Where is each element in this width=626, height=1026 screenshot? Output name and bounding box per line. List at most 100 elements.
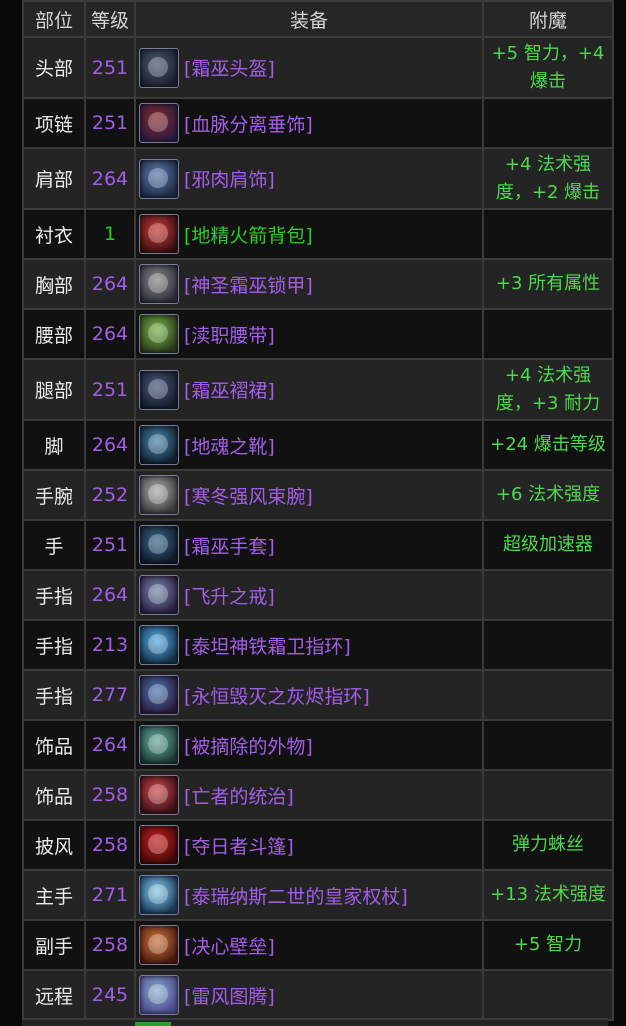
- item-level-cell: 264: [84, 147, 136, 210]
- item-cell: [地魂之靴]: [134, 419, 484, 471]
- item-link[interactable]: [雷风图腾]: [184, 982, 275, 1009]
- slot-cell: 主手: [22, 869, 86, 921]
- item-link[interactable]: [渎职腰带]: [184, 321, 275, 348]
- enchant-cell: [482, 719, 614, 771]
- belt-icon[interactable]: [139, 314, 179, 354]
- table-row: 衬衣 1 [地精火箭背包]: [22, 208, 614, 260]
- table-row: 手腕 252 [寒冬强风束腕] +6 法术强度: [22, 469, 614, 521]
- item-level-cell: 251: [84, 36, 136, 99]
- item-cell: [永恒毁灭之灰烬指环]: [134, 669, 484, 721]
- item-link[interactable]: [寒冬强风束腕]: [184, 482, 313, 509]
- item-level-cell: 264: [84, 569, 136, 621]
- ring-icon[interactable]: [139, 575, 179, 615]
- item-cell: [泰坦神铁霜卫指环]: [134, 619, 484, 671]
- rocket-pack-icon[interactable]: [139, 214, 179, 254]
- item-link[interactable]: [被摘除的外物]: [184, 732, 313, 759]
- item-link[interactable]: [地精火箭背包]: [184, 221, 313, 248]
- enchant-cell: +4 法术强度，+2 爆击: [482, 147, 614, 210]
- table-row: 远程 245 [雷风图腾]: [22, 969, 614, 1021]
- slot-cell: 项链: [22, 97, 86, 149]
- enchant-cell: [482, 308, 614, 360]
- bracers-icon[interactable]: [139, 475, 179, 515]
- kilt-icon[interactable]: [139, 369, 179, 410]
- item-link[interactable]: [亡者的统治]: [184, 782, 294, 809]
- enchant-cell: +24 爆击等级: [482, 419, 614, 471]
- enchant-cell: [482, 97, 614, 149]
- item-link[interactable]: [地魂之靴]: [184, 432, 275, 459]
- ring-icon[interactable]: [139, 675, 179, 715]
- item-link[interactable]: [泰坦神铁霜卫指环]: [184, 632, 351, 659]
- item-cell: [霜巫头盔]: [134, 36, 484, 99]
- item-level-cell: 264: [84, 258, 136, 310]
- table-row: 饰品 258 [亡者的统治]: [22, 769, 614, 821]
- trinket-icon[interactable]: [139, 725, 179, 765]
- enchant-cell: +5 智力，+4 爆击: [482, 36, 614, 99]
- header-item: 装备: [134, 0, 484, 38]
- item-link[interactable]: [永恒毁灭之灰烬指环]: [184, 682, 370, 709]
- slot-cell: 手指: [22, 619, 86, 671]
- item-level-cell: 258: [84, 769, 136, 821]
- item-link[interactable]: [血脉分离垂饰]: [184, 110, 313, 137]
- item-cell: [邪肉肩饰]: [134, 147, 484, 210]
- ring-icon[interactable]: [139, 625, 179, 665]
- item-level-cell: 277: [84, 669, 136, 721]
- trinket-icon[interactable]: [139, 775, 179, 815]
- item-cell: [神圣霜巫锁甲]: [134, 258, 484, 310]
- enchant-cell: 超级加速器: [482, 519, 614, 571]
- slot-cell: 披风: [22, 819, 86, 871]
- enchant-cell: +6 法术强度: [482, 469, 614, 521]
- slot-cell: 腰部: [22, 308, 86, 360]
- item-cell: [决心壁垒]: [134, 919, 484, 971]
- slot-cell: 远程: [22, 969, 86, 1021]
- item-level-cell: 258: [84, 819, 136, 871]
- totem-icon[interactable]: [139, 975, 179, 1015]
- enchant-cell: [482, 769, 614, 821]
- cloak-icon[interactable]: [139, 825, 179, 865]
- boots-icon[interactable]: [139, 425, 179, 465]
- enchant-cell: [482, 969, 614, 1021]
- pendant-icon[interactable]: [139, 103, 179, 143]
- item-link[interactable]: [霜巫褶裙]: [184, 376, 275, 403]
- item-link[interactable]: [夺日者斗篷]: [184, 832, 294, 859]
- item-cell: [泰瑞纳斯二世的皇家权杖]: [134, 869, 484, 921]
- item-level-cell: 264: [84, 308, 136, 360]
- slot-cell: 腿部: [22, 358, 86, 421]
- item-link[interactable]: [邪肉肩饰]: [184, 165, 275, 192]
- table-row: 手指 213 [泰坦神铁霜卫指环]: [22, 619, 614, 671]
- shield-icon[interactable]: [139, 925, 179, 965]
- item-cell: [亡者的统治]: [134, 769, 484, 821]
- header-level: 等级: [84, 0, 136, 38]
- table-row: 副手 258 [决心壁垒] +5 智力: [22, 919, 614, 971]
- item-level-cell: 251: [84, 358, 136, 421]
- item-link[interactable]: [霜巫手套]: [184, 532, 275, 559]
- table-row: 脚 264 [地魂之靴] +24 爆击等级: [22, 419, 614, 471]
- item-link[interactable]: [飞升之戒]: [184, 582, 275, 609]
- enchant-cell: +4 法术强度，+3 耐力: [482, 358, 614, 421]
- frost-witch-helm-icon[interactable]: [139, 47, 179, 88]
- header-enchant: 附魔: [482, 0, 614, 38]
- item-level-cell: 264: [84, 419, 136, 471]
- item-link[interactable]: [霜巫头盔]: [184, 54, 275, 81]
- table-row: 头部 251 [霜巫头盔] +5 智力，+4 爆击: [22, 36, 614, 99]
- item-link[interactable]: [泰瑞纳斯二世的皇家权杖]: [184, 882, 408, 909]
- item-link[interactable]: [神圣霜巫锁甲]: [184, 271, 313, 298]
- enchant-cell: [482, 569, 614, 621]
- slot-cell: 胸部: [22, 258, 86, 310]
- gloves-icon[interactable]: [139, 525, 179, 565]
- table-row: 手指 264 [飞升之戒]: [22, 569, 614, 621]
- enchant-cell: +5 智力: [482, 919, 614, 971]
- scepter-icon[interactable]: [139, 875, 179, 915]
- shoulders-icon[interactable]: [139, 158, 179, 199]
- table-row: 腿部 251 [霜巫褶裙] +4 法术强度，+3 耐力: [22, 358, 614, 421]
- chest-armor-icon[interactable]: [139, 264, 179, 304]
- item-link[interactable]: [决心壁垒]: [184, 932, 275, 959]
- table-row: 披风 258 [夺日者斗篷] 弹力蛛丝: [22, 819, 614, 871]
- slot-cell: 饰品: [22, 769, 86, 821]
- item-cell: [被摘除的外物]: [134, 719, 484, 771]
- table-row: 胸部 264 [神圣霜巫锁甲] +3 所有属性: [22, 258, 614, 310]
- table-row: 手指 277 [永恒毁灭之灰烬指环]: [22, 669, 614, 721]
- enchant-cell: +13 法术强度: [482, 869, 614, 921]
- item-cell: [血脉分离垂饰]: [134, 97, 484, 149]
- slot-cell: 手: [22, 519, 86, 571]
- enchant-cell: [482, 619, 614, 671]
